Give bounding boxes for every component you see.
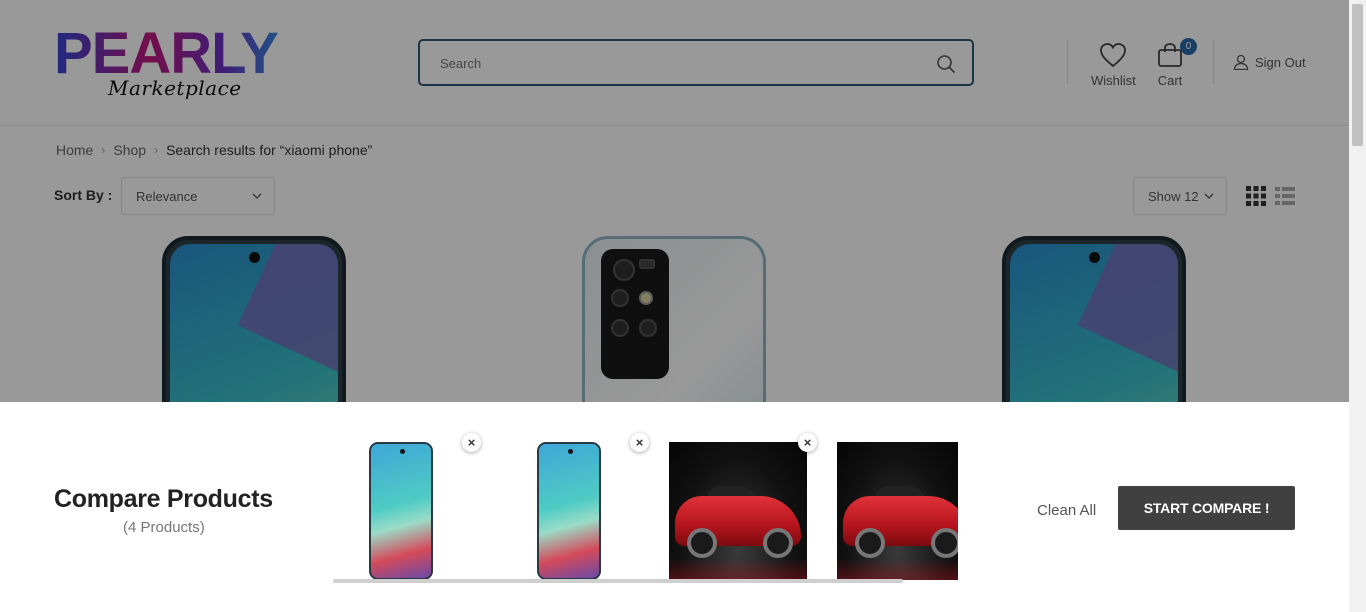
car-thumbnail: [669, 442, 807, 580]
compare-scrollbar[interactable]: [333, 579, 903, 583]
compare-item[interactable]: ×: [669, 433, 817, 580]
remove-compare-button[interactable]: ×: [630, 433, 649, 452]
compare-item[interactable]: [837, 442, 958, 580]
compare-item[interactable]: ×: [501, 433, 649, 580]
phone-thumbnail: [369, 442, 433, 580]
remove-compare-button[interactable]: ×: [798, 433, 817, 452]
remove-compare-button[interactable]: ×: [462, 433, 481, 452]
page-scrollbar[interactable]: [1349, 0, 1366, 612]
car-thumbnail: [837, 442, 958, 580]
start-compare-button[interactable]: START COMPARE !: [1118, 486, 1295, 530]
compare-item[interactable]: ×: [333, 433, 481, 580]
compare-panel: Compare Products (4 Products) × × × Clea…: [0, 402, 1349, 612]
compare-count: (4 Products): [123, 519, 205, 536]
phone-thumbnail: [537, 442, 601, 580]
compare-title: Compare Products: [54, 485, 273, 513]
clean-all-link[interactable]: Clean All: [1037, 502, 1096, 519]
scrollbar-thumb[interactable]: [1352, 4, 1363, 146]
